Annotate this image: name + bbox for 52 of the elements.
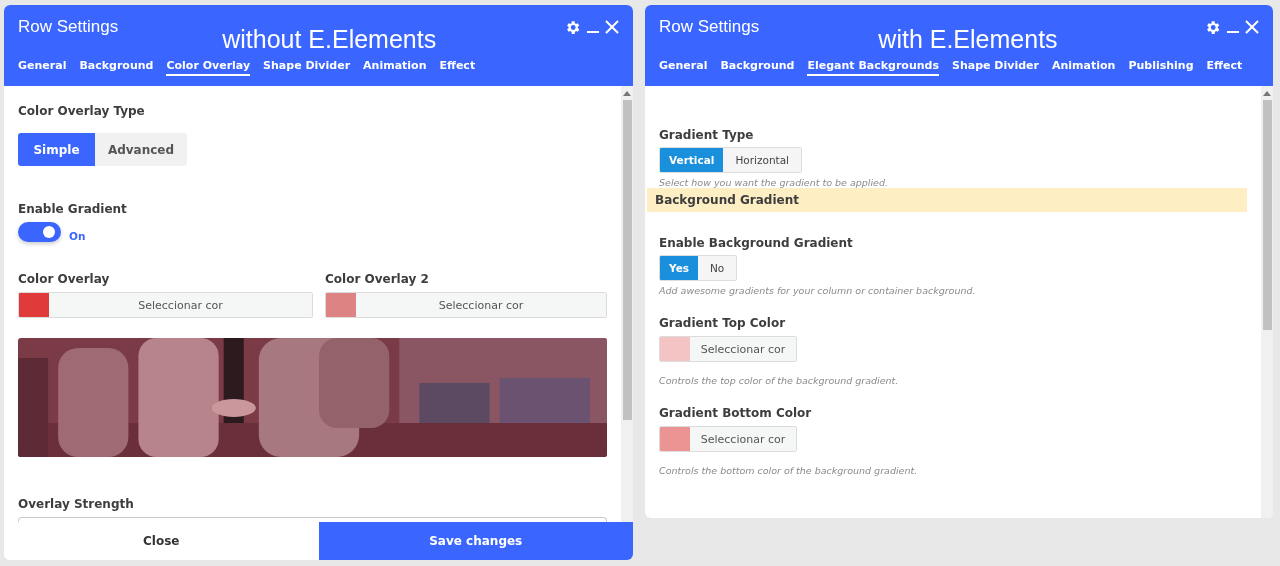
field-label: Enable Background Gradient [659, 236, 854, 250]
tab[interactable]: Background [79, 59, 154, 76]
comparison-caption: with E.Elements [878, 25, 1058, 54]
toggle-switch[interactable] [18, 222, 61, 242]
option-button[interactable]: Vertical [660, 148, 724, 172]
tab[interactable]: Shape Divider [952, 59, 1039, 76]
color-picker[interactable]: Seleccionar cor [659, 336, 797, 362]
tab[interactable]: Shape Divider [263, 59, 351, 76]
segment-option[interactable]: Advanced [95, 133, 187, 166]
field-hint: Controls the bottom color of the background gradient. [659, 465, 919, 476]
field-label: Gradient Top Color [659, 316, 787, 330]
close-icon[interactable] [605, 20, 619, 34]
tab[interactable]: Background [720, 59, 795, 76]
segment-option[interactable]: Simple [18, 133, 95, 166]
field-label: Overlay Strength [18, 497, 135, 511]
option-button[interactable]: Yes [660, 256, 698, 280]
field-label: Gradient Type [659, 128, 755, 142]
scrollbar[interactable] [621, 86, 633, 522]
scroll-up-icon[interactable] [623, 90, 631, 96]
scrollbar[interactable] [1261, 86, 1273, 518]
field-hint: Select how you want the gradient to be applied. [659, 177, 889, 188]
field-hint: Controls the top color of the background gradient. [659, 375, 900, 386]
tab[interactable]: Color Overlay [166, 59, 251, 76]
color-picker[interactable]: Seleccionar cor [325, 292, 607, 318]
section-header: Background Gradient [647, 188, 1247, 212]
dialog-title: Row Settings [659, 17, 760, 37]
tab[interactable]: Publishing [1128, 59, 1194, 76]
tab[interactable]: Animation [1051, 59, 1116, 76]
field-label: Color Overlay Type [18, 104, 146, 118]
dialog-title: Row Settings [18, 17, 119, 37]
toggle-state: On [69, 230, 86, 242]
tab[interactable]: General [659, 59, 708, 76]
tab[interactable]: Elegant Backgrounds [807, 59, 939, 76]
option-button[interactable]: Horizontal [723, 148, 801, 172]
color-picker[interactable]: Seleccionar cor [659, 426, 797, 452]
tab[interactable]: General [18, 59, 67, 76]
tab[interactable]: Effect [1206, 59, 1243, 76]
tab[interactable]: Animation [363, 59, 427, 76]
field-label: Color Overlay 2 [325, 272, 430, 286]
field-label: Enable Gradient [18, 202, 128, 216]
field-label: Color Overlay [18, 272, 111, 286]
save-button[interactable]: Save changes [318, 522, 633, 560]
tab[interactable]: Effect [439, 59, 476, 76]
comparison-caption: without E.Elements [222, 25, 437, 54]
color-picker[interactable]: Seleccionar cor [18, 292, 313, 318]
settings-icon[interactable] [564, 18, 581, 36]
option-button[interactable]: No [698, 256, 737, 280]
settings-icon[interactable] [1204, 18, 1221, 36]
scroll-up-icon[interactable] [1263, 90, 1271, 96]
close-icon[interactable] [1245, 20, 1259, 34]
field-hint: Add awesome gradients for your column or container background. [659, 285, 977, 296]
field-label: Gradient Bottom Color [659, 406, 813, 420]
